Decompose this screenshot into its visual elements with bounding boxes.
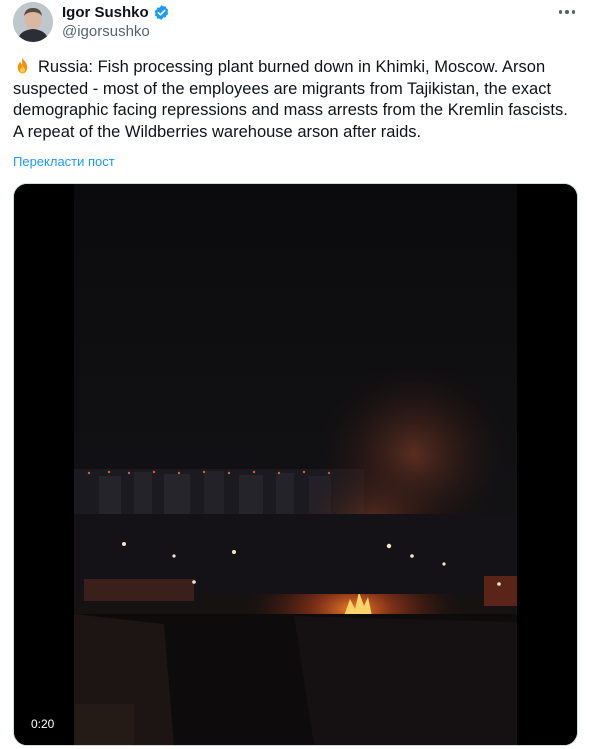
- more-dot-icon: [571, 10, 576, 14]
- tweet-header: Igor Sushko @igorsushko: [13, 0, 583, 48]
- translate-post-link[interactable]: Перекласти пост: [13, 154, 115, 169]
- more-options-button[interactable]: [555, 2, 579, 22]
- more-dot-icon: [558, 10, 563, 14]
- video-player[interactable]: 0:20: [13, 183, 578, 746]
- more-dot-icon: [565, 10, 569, 14]
- video-duration: 0:20: [26, 715, 60, 733]
- verified-badge-icon: [153, 4, 170, 21]
- author-block: Igor Sushko @igorsushko: [62, 2, 170, 40]
- tweet-card: Igor Sushko @igorsushko Russia: Fish pro…: [0, 0, 590, 749]
- tweet-text: Russia: Fish processing plant burned dow…: [13, 58, 572, 141]
- avatar[interactable]: [13, 2, 53, 42]
- fire-icon: [13, 56, 32, 75]
- video-frame: [14, 184, 577, 745]
- author-handle[interactable]: @igorsushko: [62, 23, 170, 40]
- tweet-body: Russia: Fish processing plant burned dow…: [13, 56, 573, 143]
- author-name[interactable]: Igor Sushko: [62, 4, 149, 21]
